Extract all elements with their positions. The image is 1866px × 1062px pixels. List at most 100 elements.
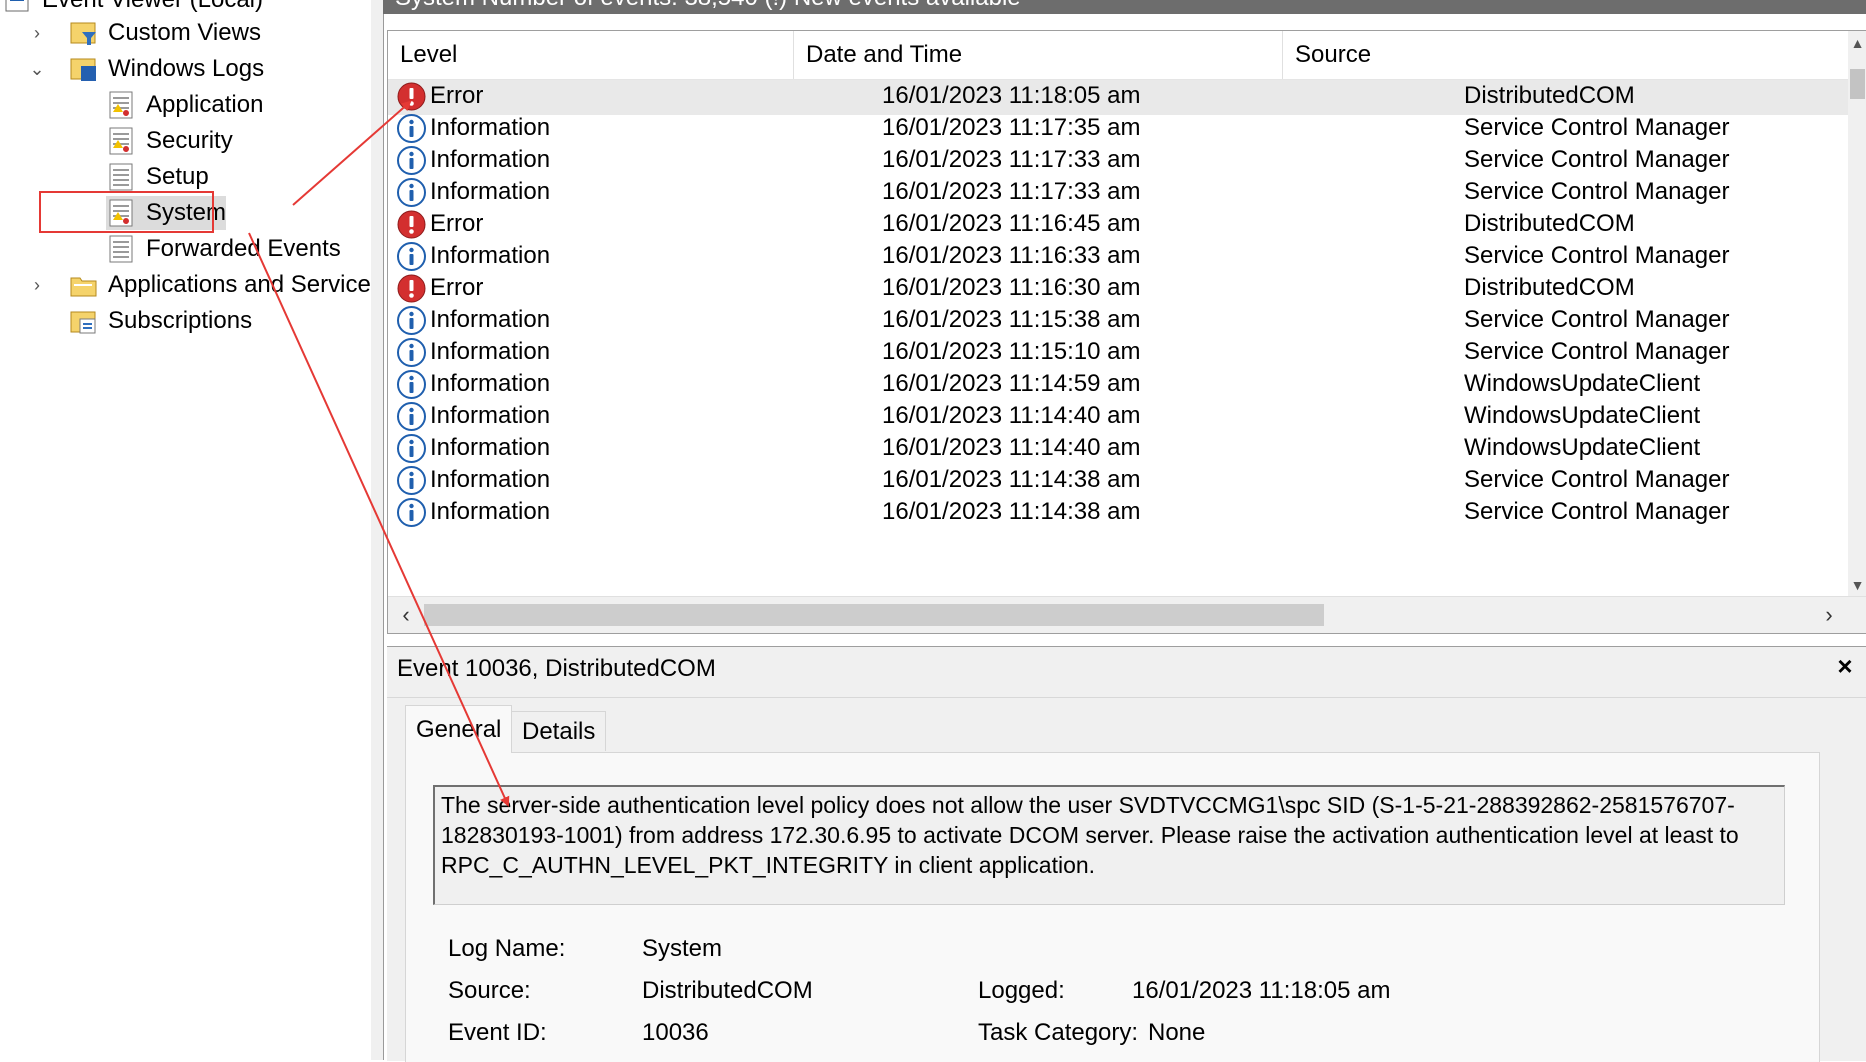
tab-details[interactable]: Details	[511, 711, 607, 751]
information-icon	[397, 433, 426, 463]
tree-item-setup[interactable]: Setup	[106, 160, 209, 194]
event-detail-title: Event 10036, DistributedCOM	[397, 655, 716, 682]
log-icon	[109, 199, 133, 227]
error-icon	[397, 274, 426, 302]
events-rows: Error 16/01/2023 11:18:05 am DistributedCO…	[388, 80, 1848, 632]
detail-separator	[387, 697, 1866, 698]
close-icon[interactable]: ×	[1830, 651, 1860, 682]
general-tab-panel: The server-side authentication level pol…	[405, 752, 1820, 1062]
tree-item-label: Windows Logs	[108, 55, 265, 82]
log-header: System Number of events: 38,540 (!) New …	[383, 0, 1866, 14]
events-list: Level Date and Time Source Error 16/01/20…	[387, 30, 1866, 634]
event-level-text: Information	[430, 114, 551, 141]
event-level-text: Information	[430, 498, 551, 525]
event-level-text: Information	[430, 466, 551, 493]
log-plain-icon	[109, 235, 133, 263]
event-level-text: Information	[430, 402, 551, 429]
event-description[interactable]: The server-side authentication level pol…	[433, 785, 1785, 905]
folder-icon	[70, 277, 97, 297]
information-icon	[397, 305, 426, 335]
tree-item-applications-and-services-lo[interactable]: ›Applications and Services Lo	[34, 268, 371, 302]
log-icon	[109, 127, 133, 155]
subscriptions-icon	[70, 311, 96, 334]
event-level-text: Error	[430, 210, 484, 237]
tab-general[interactable]: General	[405, 705, 513, 753]
information-icon	[397, 177, 426, 207]
logged-label: Logged:	[978, 977, 1065, 1004]
event-level-text: Information	[430, 306, 551, 333]
collapse-chevron-icon[interactable]: ⌄	[29, 52, 44, 86]
information-icon	[397, 465, 426, 495]
event-viewer-icon	[5, 0, 29, 12]
event-level-text: Information	[430, 434, 551, 461]
information-icon	[397, 113, 426, 143]
information-icon	[397, 145, 426, 175]
tree-item-label: Subscriptions	[108, 307, 253, 334]
tree-item-label: Application	[146, 91, 264, 118]
pane-divider[interactable]	[371, 0, 384, 1060]
tree-item-label: System	[146, 199, 227, 226]
navigation-tree: Event Viewer (Local) ›Custom Views⌄ Windo…	[0, 0, 372, 1060]
event-level-text: Information	[430, 146, 551, 173]
event-row[interactable]: Information 16/01/2023 11:14:38 am Service…	[388, 493, 1848, 531]
tree-item-windows-logs[interactable]: ⌄ Windows Logs	[29, 52, 265, 86]
log-header-text: System Number of events: 38,540 (!) New …	[395, 0, 1021, 12]
scroll-down-icon[interactable]: ▼	[1848, 573, 1866, 597]
event-id-label: Event ID:	[448, 1019, 547, 1046]
log-name-value: System	[642, 935, 723, 962]
event-date-cell: 16/01/2023 11:14:38 am	[882, 498, 1141, 525]
vertical-scroll-thumb[interactable]	[1850, 69, 1865, 99]
tree-item-system[interactable]: System	[106, 196, 227, 230]
column-header-level[interactable]: Level	[388, 31, 794, 79]
expand-chevron-icon[interactable]: ›	[30, 16, 44, 50]
column-header-date-time[interactable]: Date and Time	[794, 31, 1283, 79]
information-icon	[397, 497, 426, 527]
information-icon	[397, 401, 426, 431]
event-level-cell: Information	[396, 493, 550, 531]
tree-item-label: Applications and Services Lo	[108, 271, 371, 298]
tree-item-security[interactable]: Security	[106, 124, 233, 158]
tree-item-forwarded-events[interactable]: Forwarded Events	[106, 232, 341, 266]
windows-logs-icon	[70, 58, 96, 81]
horizontal-scroll-thumb[interactable]	[424, 604, 1324, 626]
event-level-text: Error	[430, 82, 484, 109]
tree-item-subscriptions[interactable]: Subscriptions	[68, 304, 252, 338]
logged-value: 16/01/2023 11:18:05 am	[1132, 977, 1391, 1004]
scroll-left-icon[interactable]: ‹	[388, 597, 424, 633]
event-id-value: 10036	[642, 1019, 709, 1046]
horizontal-scrollbar[interactable]: ‹ ›	[388, 596, 1866, 633]
source-label: Source:	[448, 977, 531, 1004]
task-category-label: Task Category:	[978, 1019, 1139, 1046]
log-plain-icon	[109, 163, 133, 191]
event-source-cell: Service Control Manager	[1464, 498, 1730, 525]
error-icon	[397, 210, 426, 238]
event-level-text: Information	[430, 242, 551, 269]
event-level-text: Information	[430, 178, 551, 205]
information-icon	[397, 369, 426, 399]
source-value: DistributedCOM	[642, 977, 813, 1004]
tree-item-custom-views[interactable]: › Custom Views	[34, 16, 261, 50]
tree-root-event-viewer[interactable]: Event Viewer (Local)	[2, 0, 263, 17]
log-name-label: Log Name:	[448, 935, 566, 962]
event-level-text: Information	[430, 338, 551, 365]
tree-item-label: Forwarded Events	[146, 235, 341, 262]
log-icon	[109, 91, 133, 119]
scroll-up-icon[interactable]: ▲	[1848, 31, 1866, 55]
scroll-right-icon[interactable]: ›	[1811, 597, 1847, 633]
event-detail-pane: Event 10036, DistributedCOM × Details Th…	[387, 646, 1866, 1062]
tree-root-label: Event Viewer (Local)	[42, 0, 263, 14]
events-column-header: Level Date and Time Source	[388, 31, 1848, 80]
vertical-scrollbar[interactable]: ▲ ▼	[1848, 31, 1866, 597]
information-icon	[397, 337, 426, 367]
column-header-source[interactable]: Source	[1283, 31, 1848, 79]
event-level-text: Information	[430, 370, 551, 397]
task-category-value: None	[1148, 1019, 1206, 1046]
custom-views-icon	[70, 22, 96, 45]
error-icon	[397, 82, 426, 110]
tree-item-label: Setup	[146, 163, 209, 190]
information-icon	[397, 241, 426, 271]
tree-item-label: Security	[146, 127, 233, 154]
event-level-text: Error	[430, 274, 484, 301]
expand-chevron-icon[interactable]: ›	[30, 268, 44, 302]
tree-item-application[interactable]: Application	[106, 88, 263, 122]
